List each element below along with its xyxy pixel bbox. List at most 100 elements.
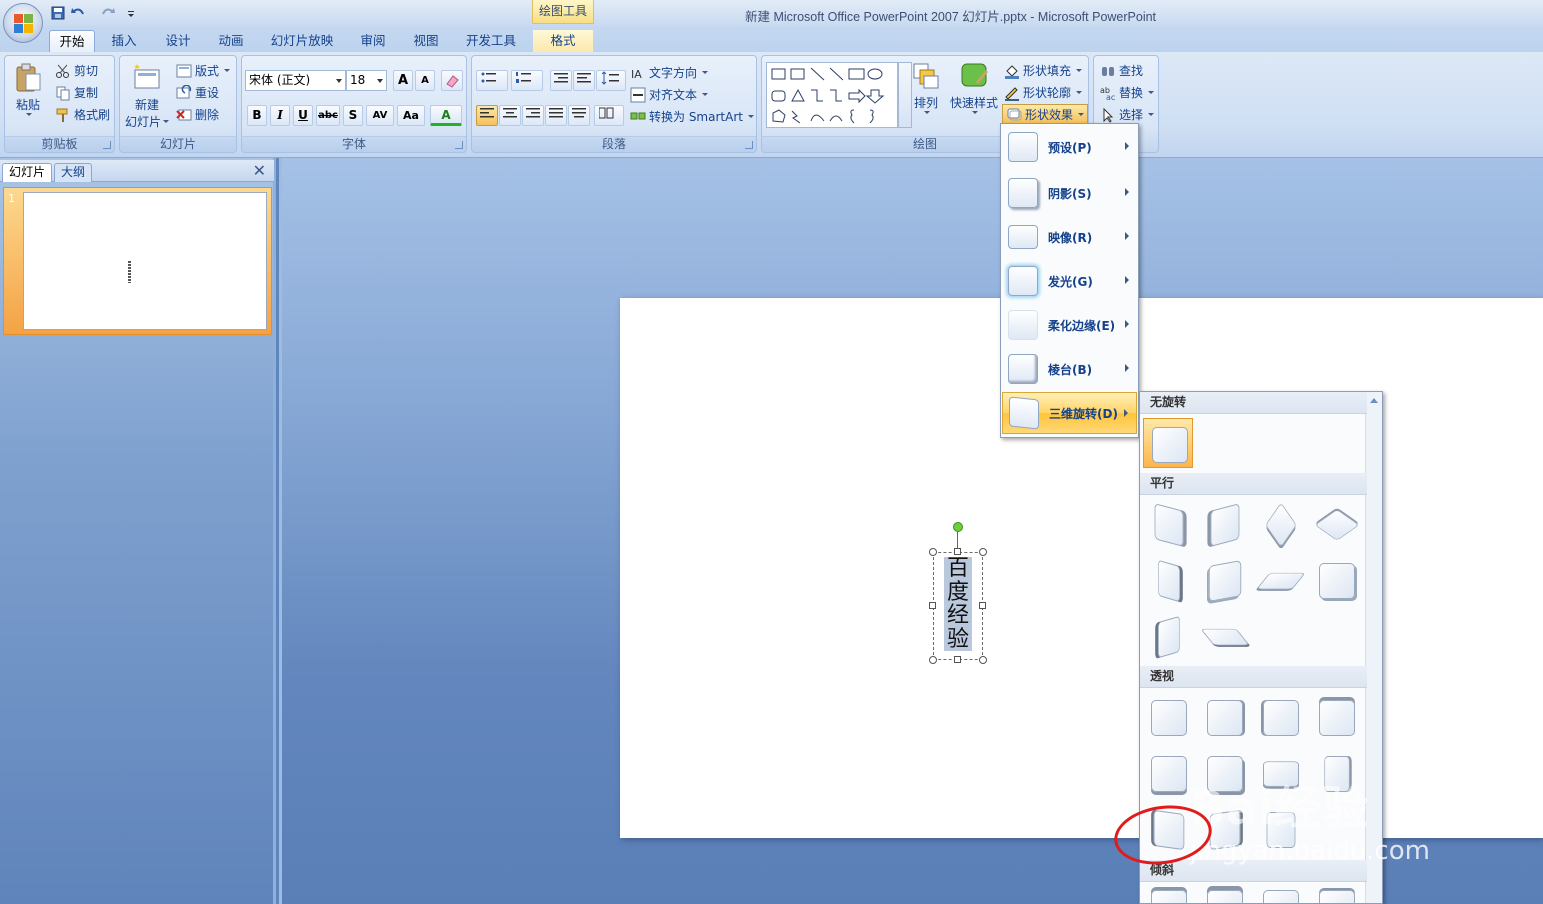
font-size-combo[interactable]: 18 xyxy=(346,70,387,91)
decrease-indent-button[interactable] xyxy=(550,70,572,91)
shapes-gallery[interactable] xyxy=(766,62,898,128)
replace-button[interactable]: ab ac 替换 xyxy=(1100,84,1155,101)
resize-handle[interactable] xyxy=(929,656,937,664)
align-right-button[interactable] xyxy=(522,105,544,126)
gallery-option[interactable] xyxy=(1255,499,1305,549)
delete-slide-button[interactable]: 删除 xyxy=(176,106,219,123)
gallery-option[interactable] xyxy=(1143,882,1193,903)
shape-effects-button[interactable]: 形状效果 xyxy=(1002,104,1089,124)
align-left-button[interactable] xyxy=(476,105,498,126)
cut-button[interactable]: 剪切 xyxy=(55,62,98,79)
bullets-button[interactable] xyxy=(476,70,508,91)
dialog-launcher-icon[interactable] xyxy=(745,141,753,149)
strikethrough-button[interactable]: abc xyxy=(316,105,340,126)
gallery-option[interactable] xyxy=(1143,611,1193,661)
copy-button[interactable]: 复制 xyxy=(55,84,98,101)
gallery-option[interactable] xyxy=(1199,611,1250,661)
menu-item-glow[interactable]: 发光(G) xyxy=(1002,260,1137,302)
select-button[interactable]: 选择 xyxy=(1100,106,1155,123)
office-button[interactable] xyxy=(3,3,43,43)
slide-thumbnail[interactable]: 1 xyxy=(3,187,272,335)
paste-button[interactable]: 粘贴 xyxy=(11,62,45,116)
scroll-up-icon[interactable] xyxy=(1370,398,1378,403)
save-icon[interactable] xyxy=(50,5,66,21)
tab-view[interactable]: 视图 xyxy=(406,30,446,53)
numbering-button[interactable] xyxy=(511,70,543,91)
text-shadow-button[interactable]: S xyxy=(343,105,363,126)
gallery-option[interactable] xyxy=(1199,692,1249,742)
gallery-option[interactable] xyxy=(1199,882,1249,903)
align-text-button[interactable]: 对齐文本 xyxy=(630,86,709,103)
tab-developer[interactable]: 开发工具 xyxy=(457,30,525,53)
undo-icon[interactable] xyxy=(70,5,86,21)
tab-slideshow[interactable]: 幻灯片放映 xyxy=(262,30,342,53)
font-color-button[interactable]: A xyxy=(430,105,462,126)
redo-icon[interactable] xyxy=(100,5,116,21)
tab-design[interactable]: 设计 xyxy=(158,30,198,53)
gallery-option[interactable] xyxy=(1199,499,1249,549)
gallery-option[interactable] xyxy=(1143,555,1193,605)
gallery-option[interactable] xyxy=(1143,499,1193,549)
shape-outline-button[interactable]: 形状轮廓 xyxy=(1004,84,1083,101)
shrink-font-button[interactable]: A xyxy=(415,70,435,91)
gallery-option[interactable] xyxy=(1311,882,1361,903)
tab-home[interactable]: 开始 xyxy=(49,30,95,53)
text-direction-button[interactable]: IA 文字方向 xyxy=(630,64,709,81)
gallery-option[interactable] xyxy=(1199,555,1249,605)
line-spacing-button[interactable] xyxy=(596,70,626,91)
gallery-option[interactable] xyxy=(1311,499,1361,549)
increase-indent-button[interactable] xyxy=(573,70,595,91)
resize-handle[interactable] xyxy=(954,656,961,663)
tab-insert[interactable]: 插入 xyxy=(104,30,144,53)
resize-handle[interactable] xyxy=(979,548,987,556)
menu-item-shadow[interactable]: 阴影(S) xyxy=(1002,172,1137,214)
gallery-option[interactable] xyxy=(1143,692,1193,742)
close-icon[interactable]: ✕ xyxy=(253,163,266,179)
align-center-button[interactable] xyxy=(499,105,521,126)
dialog-launcher-icon[interactable] xyxy=(103,141,111,149)
gallery-option[interactable] xyxy=(1143,748,1193,798)
new-slide-button[interactable]: 新建 幻灯片 xyxy=(124,62,170,130)
tab-animations[interactable]: 动画 xyxy=(211,30,251,53)
resize-handle[interactable] xyxy=(929,548,937,556)
quick-styles-button[interactable]: 快速样式 xyxy=(948,60,1000,114)
clear-formatting-button[interactable] xyxy=(441,70,463,91)
justify-button[interactable] xyxy=(545,105,567,126)
bold-button[interactable]: B xyxy=(247,105,267,126)
menu-item-bevel[interactable]: 棱台(B) xyxy=(1002,348,1137,390)
customize-qat-icon[interactable] xyxy=(126,5,142,21)
resize-handle[interactable] xyxy=(954,548,961,555)
gallery-option[interactable] xyxy=(1255,882,1305,903)
menu-item-soft-edges[interactable]: 柔化边缘(E) xyxy=(1002,304,1137,346)
gallery-option[interactable] xyxy=(1311,692,1361,742)
reset-button[interactable]: 重设 xyxy=(176,84,219,101)
menu-item-reflection[interactable]: 映像(R) xyxy=(1002,216,1137,258)
resize-handle[interactable] xyxy=(979,656,987,664)
tab-slides-panel[interactable]: 幻灯片 xyxy=(2,163,53,182)
gallery-option[interactable] xyxy=(1255,692,1305,742)
format-painter-button[interactable]: 格式刷 xyxy=(55,106,110,123)
menu-item-3d-rotation[interactable]: 三维旋转(D) xyxy=(1002,392,1137,434)
menu-item-preset[interactable]: 预设(P) xyxy=(1002,126,1137,168)
gallery-option[interactable] xyxy=(1311,555,1361,605)
rotation-handle[interactable] xyxy=(953,522,963,532)
tab-review[interactable]: 审阅 xyxy=(353,30,393,53)
tab-format[interactable]: 格式 xyxy=(533,30,593,53)
layout-button[interactable]: 版式 xyxy=(176,62,231,79)
tab-outline-panel[interactable]: 大纲 xyxy=(54,163,93,182)
convert-smartart-button[interactable]: 转换为 SmartArt xyxy=(630,108,754,125)
gallery-option[interactable] xyxy=(1143,418,1193,468)
textbox-text[interactable]: 百度经验 xyxy=(944,557,972,651)
gallery-option[interactable] xyxy=(1255,555,1306,605)
italic-button[interactable]: I xyxy=(270,105,290,126)
shape-fill-button[interactable]: 形状填充 xyxy=(1004,62,1083,79)
font-name-combo[interactable]: 宋体 (正文) xyxy=(245,70,346,91)
find-button[interactable]: 查找 xyxy=(1100,62,1143,79)
underline-button[interactable]: U xyxy=(293,105,313,126)
arrange-button[interactable]: 排列 xyxy=(908,60,944,114)
dialog-launcher-icon[interactable] xyxy=(455,141,463,149)
grow-font-button[interactable]: A xyxy=(393,70,413,91)
change-case-button[interactable]: Aa xyxy=(397,105,425,126)
columns-button[interactable] xyxy=(594,105,624,126)
distributed-button[interactable] xyxy=(568,105,590,126)
